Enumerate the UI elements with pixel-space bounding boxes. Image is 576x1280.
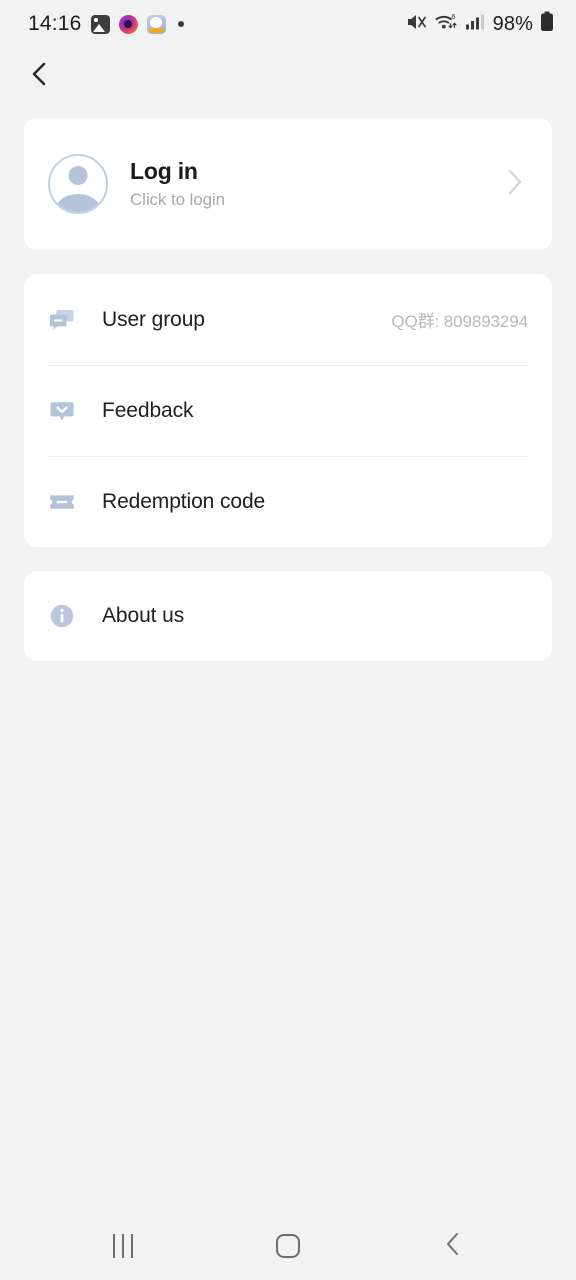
menu-item-value: QQ群: 809893294 bbox=[391, 312, 528, 331]
content-area: Log in Click to login User group QQ群: 80… bbox=[0, 104, 576, 1212]
battery-full-icon bbox=[540, 11, 554, 37]
cat-app-icon bbox=[146, 14, 166, 34]
svg-text:6: 6 bbox=[451, 14, 455, 21]
app-screen: 14:16 6 98% Log in Click to login User g… bbox=[0, 0, 576, 1280]
battery-percent: 98% bbox=[492, 12, 533, 35]
menu-item-about-us[interactable]: About us bbox=[24, 571, 552, 661]
login-card[interactable]: Log in Click to login bbox=[24, 118, 552, 250]
app-header bbox=[0, 48, 576, 104]
cellular-signal-icon bbox=[465, 13, 484, 36]
login-subtitle: Click to login bbox=[130, 190, 225, 209]
ticket-icon bbox=[48, 488, 76, 516]
menu-item-redemption-code[interactable]: Redemption code bbox=[24, 456, 552, 547]
menu-card: User group QQ群: 809893294 Feedback Redem… bbox=[24, 274, 552, 547]
back-button[interactable] bbox=[18, 54, 62, 98]
menu-item-feedback[interactable]: Feedback bbox=[24, 365, 552, 456]
menu-item-label: Feedback bbox=[102, 398, 194, 422]
status-time: 14:16 bbox=[28, 12, 82, 35]
status-bar: 14:16 6 98% bbox=[0, 0, 576, 48]
volume-mute-icon bbox=[406, 12, 428, 37]
recents-button[interactable] bbox=[83, 1222, 163, 1270]
menu-item-user-group[interactable]: User group QQ群: 809893294 bbox=[24, 274, 552, 365]
status-bar-right: 6 98% bbox=[406, 11, 554, 37]
menu-item-label: User group bbox=[102, 307, 205, 331]
about-card: About us bbox=[24, 571, 552, 661]
status-bar-left: 14:16 bbox=[28, 12, 184, 36]
feedback-bubble-icon bbox=[48, 397, 76, 425]
login-title: Log in bbox=[130, 158, 198, 184]
nav-back-icon bbox=[443, 1230, 463, 1263]
user-avatar-icon bbox=[48, 154, 108, 214]
chat-bubbles-icon bbox=[48, 306, 76, 334]
chevron-right-icon bbox=[504, 165, 526, 204]
camera-icon bbox=[118, 14, 138, 34]
photos-icon bbox=[90, 14, 110, 34]
chevron-left-icon bbox=[28, 61, 52, 92]
home-icon bbox=[275, 1234, 300, 1258]
system-navigation-bar bbox=[0, 1212, 576, 1280]
home-button[interactable] bbox=[248, 1222, 328, 1270]
wifi-6-icon: 6 bbox=[435, 12, 458, 37]
login-text-group: Log in Click to login bbox=[130, 158, 504, 210]
notification-dot-icon bbox=[177, 21, 184, 27]
info-circle-icon bbox=[48, 602, 76, 630]
recents-icon bbox=[112, 1234, 133, 1258]
menu-item-label: Redemption code bbox=[102, 489, 266, 513]
menu-item-label: About us bbox=[102, 604, 185, 627]
nav-back-button[interactable] bbox=[413, 1222, 493, 1270]
